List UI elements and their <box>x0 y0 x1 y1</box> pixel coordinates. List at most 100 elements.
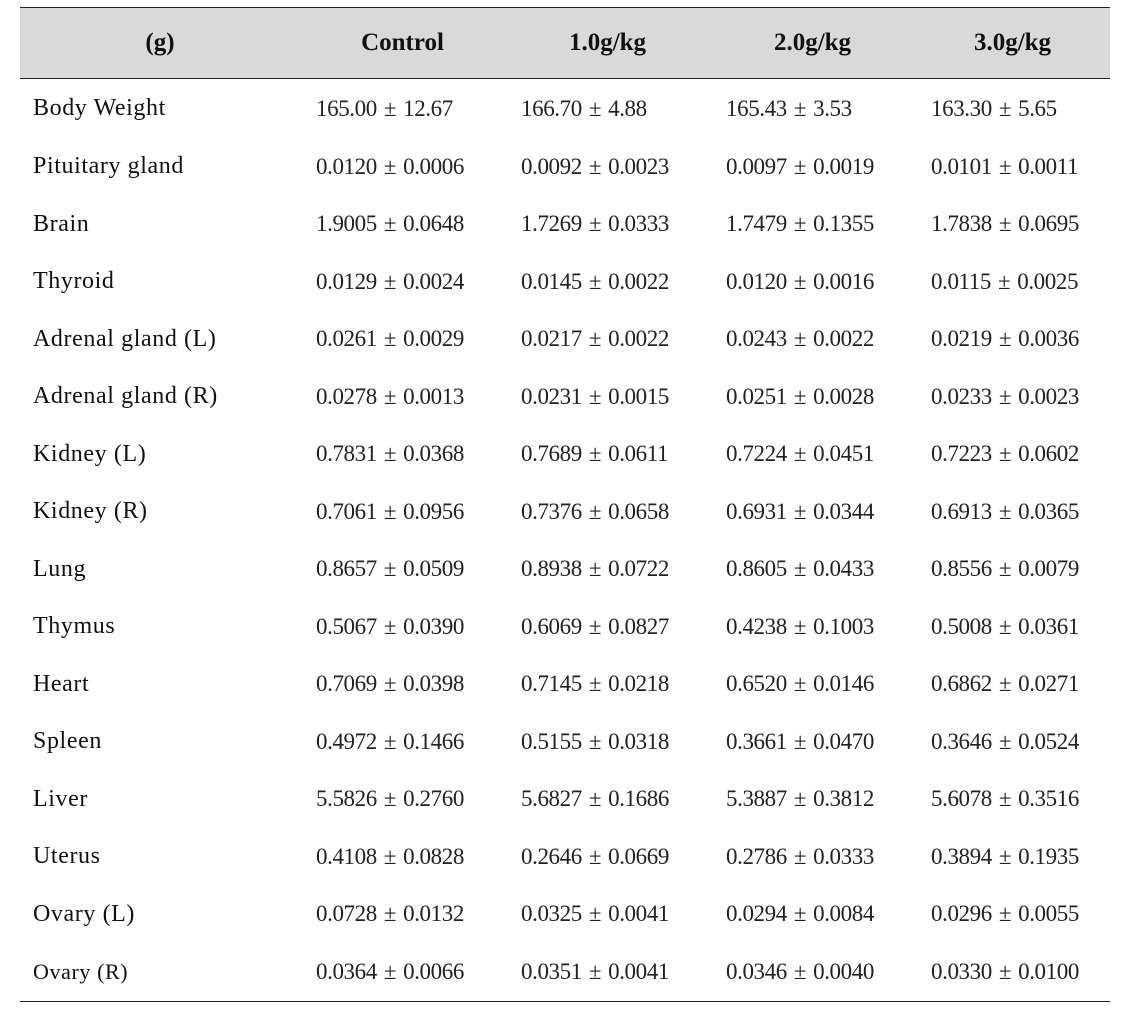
sd-value: 0.0084 <box>813 901 874 927</box>
value-cell: 0.0097 ±0.0019 <box>710 138 915 196</box>
sd-value: 0.0524 <box>1018 728 1079 754</box>
value-cell: 0.3646 ±0.0524 <box>915 713 1110 771</box>
plus-minus-symbol: ± <box>793 326 807 352</box>
plus-minus-symbol: ± <box>998 268 1011 294</box>
plus-minus-symbol: ± <box>793 95 807 121</box>
sd-value: 0.0333 <box>608 211 669 237</box>
sd-value: 0.0271 <box>1018 671 1079 697</box>
plus-minus-symbol: ± <box>588 728 602 754</box>
sd-value: 0.0611 <box>608 441 669 467</box>
mean-value: 0.6913 <box>931 498 992 524</box>
plus-minus-symbol: ± <box>793 383 807 409</box>
value-cell: 0.0233 ±0.0023 <box>915 368 1110 426</box>
header-control: Control <box>300 7 505 79</box>
value-cell: 5.6827 ±0.1686 <box>505 771 710 829</box>
sd-value: 0.0470 <box>813 728 874 754</box>
value-cell: 0.4108 ±0.0828 <box>300 828 505 886</box>
value-cell: 0.0101 ±0.0011 <box>915 138 1110 196</box>
mean-value: 0.2786 <box>726 843 787 869</box>
value-cell: 0.0145 ±0.0022 <box>505 253 710 311</box>
plus-minus-symbol: ± <box>383 728 397 754</box>
mean-value: 0.0219 <box>931 326 992 352</box>
plus-minus-symbol: ± <box>383 211 397 237</box>
sd-value: 4.88 <box>608 95 647 121</box>
value-cell: 5.5826 ±0.2760 <box>300 771 505 829</box>
mean-value: 0.0243 <box>726 326 787 352</box>
row-label: Pituitary gland <box>33 153 184 180</box>
sd-value: 0.0040 <box>813 958 874 984</box>
table-row: Adrenal gland (L) 0.0261 ±0.0029 0.0217 ±0.0… <box>20 311 1110 369</box>
plus-minus-symbol: ± <box>998 383 1012 409</box>
row-label: Thymus <box>33 613 116 640</box>
table-row: Thymus 0.5067 ±0.0390 0.6069 ±0.0827 0.4238 ±0… <box>20 598 1110 656</box>
table-row: Brain 1.9005 ±0.0648 1.7269 ±0.0333 1.7479 ±0.… <box>20 196 1110 254</box>
value-cell: 0.7376 ±0.0658 <box>505 483 710 541</box>
plus-minus-symbol: ± <box>998 958 1012 984</box>
value-cell: 1.7838 ±0.0695 <box>915 196 1110 254</box>
sd-value: 0.0016 <box>813 268 874 294</box>
sd-value: 0.0041 <box>608 958 669 984</box>
mean-value: 5.5826 <box>316 786 377 812</box>
mean-value: 0.0346 <box>726 958 787 984</box>
sd-value: 0.0013 <box>403 383 464 409</box>
mean-value: 0.7061 <box>316 498 377 524</box>
row-label: Liver <box>33 785 88 812</box>
mean-value: 0.7145 <box>521 671 582 697</box>
header-dose-1: 1.0g/kg <box>505 7 710 79</box>
plus-minus-symbol: ± <box>383 843 397 869</box>
mean-value: 0.0251 <box>726 383 787 409</box>
mean-value: 165.43 <box>726 95 787 121</box>
sd-value: 0.0669 <box>608 843 669 869</box>
plus-minus-symbol: ± <box>793 268 807 294</box>
sd-value: 0.0398 <box>403 671 464 697</box>
header-row: (g) Control 1.0g/kg 2.0g/kg 3.0g/kg <box>20 7 1110 79</box>
value-cell: 0.8556 ±0.0079 <box>915 541 1110 599</box>
plus-minus-symbol: ± <box>998 613 1012 639</box>
mean-value: 0.0120 <box>726 268 787 294</box>
value-cell: 0.7061 ±0.0956 <box>300 483 505 541</box>
sd-value: 0.0318 <box>608 728 669 754</box>
table-row: Liver 5.5826 ±0.2760 5.6827 ±0.1686 5.3887 ±0.… <box>20 771 1110 829</box>
sd-value: 0.3812 <box>813 786 874 812</box>
plus-minus-symbol: ± <box>588 843 602 869</box>
plus-minus-symbol: ± <box>793 441 807 467</box>
value-cell: 5.6078 ±0.3516 <box>915 771 1110 829</box>
table-row: Adrenal gland (R) 0.0278 ±0.0013 0.0231 ±0.0… <box>20 368 1110 426</box>
plus-minus-symbol: ± <box>998 843 1012 869</box>
table-row: Ovary (L) 0.0728 ±0.0132 0.0325 ±0.0041 0.029… <box>20 886 1110 944</box>
value-cell: 0.6862 ±0.0271 <box>915 656 1110 714</box>
mean-value: 0.0097 <box>726 153 787 179</box>
plus-minus-symbol: ± <box>998 901 1012 927</box>
sd-value: 0.0006 <box>403 153 464 179</box>
mean-value: 0.0092 <box>521 153 582 179</box>
row-label: Adrenal gland (L) <box>33 325 217 352</box>
value-cell: 0.0330 ±0.0100 <box>915 943 1110 1002</box>
mean-value: 0.3894 <box>931 843 992 869</box>
sd-value: 0.0025 <box>1017 268 1079 294</box>
sd-value: 0.0023 <box>608 153 669 179</box>
plus-minus-symbol: ± <box>588 556 602 582</box>
table-row: Body Weight 165.00 ±12.67 166.70 ±4.88 165.43… <box>20 79 1110 139</box>
mean-value: 0.0145 <box>521 268 582 294</box>
plus-minus-symbol: ± <box>588 613 602 639</box>
mean-value: 0.4972 <box>316 728 377 754</box>
mean-value: 0.4108 <box>316 843 377 869</box>
organ-weight-table: (g) Control 1.0g/kg 2.0g/kg 3.0g/kg Body… <box>20 7 1110 1002</box>
sd-value: 0.0361 <box>1018 613 1079 639</box>
plus-minus-symbol: ± <box>998 498 1012 524</box>
sd-value: 0.0333 <box>813 843 874 869</box>
sd-value: 0.0451 <box>813 441 874 467</box>
value-cell: 1.7479 ±0.1355 <box>710 196 915 254</box>
value-cell: 0.8938 ±0.0722 <box>505 541 710 599</box>
mean-value: 1.9005 <box>316 211 377 237</box>
sd-value: 0.1355 <box>813 211 874 237</box>
value-cell: 0.6931 ±0.0344 <box>710 483 915 541</box>
sd-value: 0.0015 <box>608 383 669 409</box>
row-label: Thyroid <box>33 268 115 295</box>
value-cell: 0.7145 ±0.0218 <box>505 656 710 714</box>
sd-value: 0.0648 <box>403 211 464 237</box>
value-cell: 165.43 ±3.53 <box>710 79 915 139</box>
row-label: Ovary (L) <box>33 900 136 927</box>
value-cell: 0.0092 ±0.0023 <box>505 138 710 196</box>
value-cell: 0.0296 ±0.0055 <box>915 886 1110 944</box>
